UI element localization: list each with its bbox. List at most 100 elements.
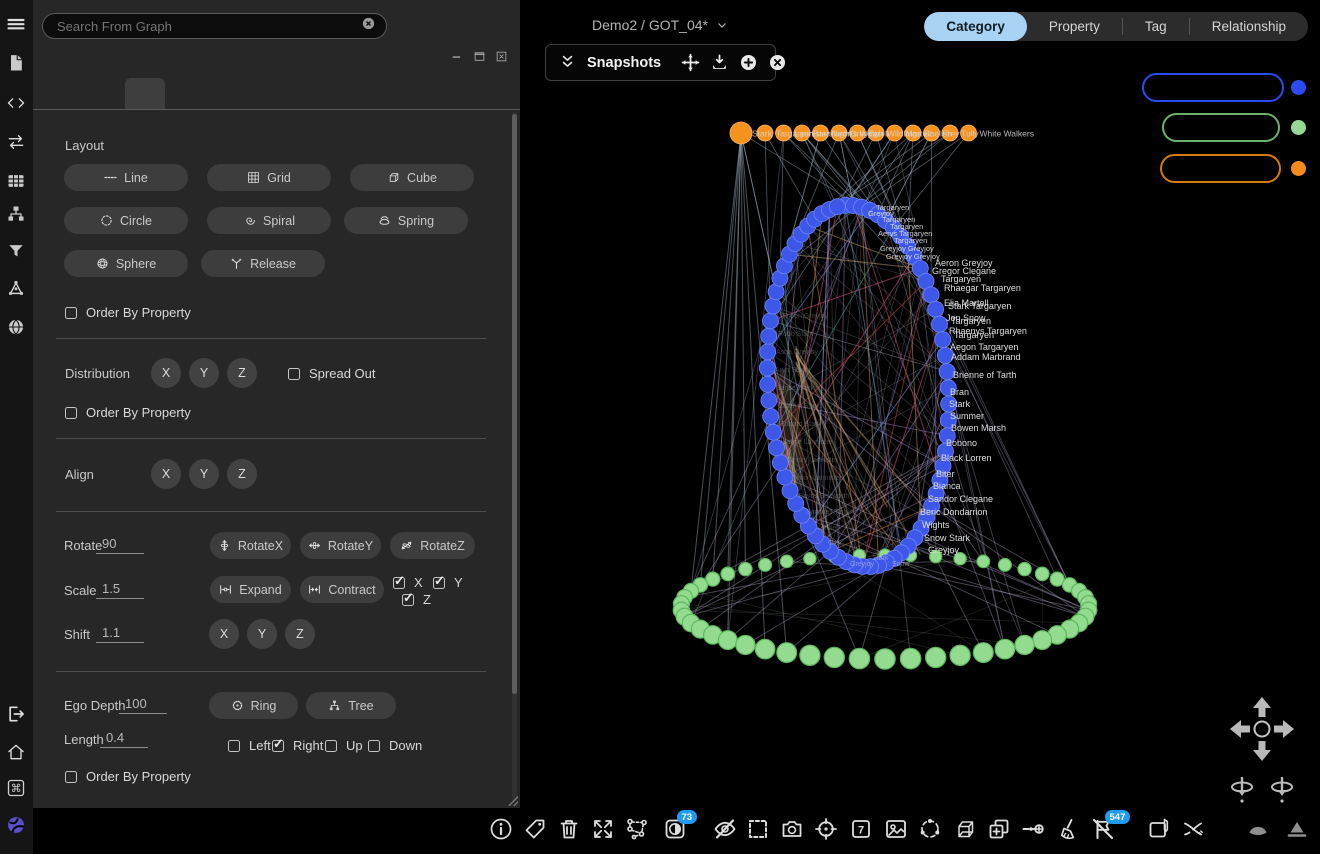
pan-down-arrow[interactable]	[1253, 741, 1271, 761]
checkbox-order-by-property[interactable]: Order By Property	[65, 405, 191, 420]
checkbox-y[interactable]: Y	[433, 575, 463, 590]
globe-icon[interactable]	[5, 316, 27, 338]
broom-icon[interactable]	[1056, 817, 1080, 841]
copy-plus-icon[interactable]	[987, 817, 1011, 841]
value-input[interactable]: 1.1	[96, 625, 144, 643]
spiral-button[interactable]: Spiral	[207, 207, 331, 234]
app-logo[interactable]	[5, 814, 27, 836]
spring-button[interactable]: Spring	[344, 207, 468, 234]
cut-icon[interactable]	[1181, 817, 1205, 841]
info-icon[interactable]	[489, 817, 513, 841]
value-input[interactable]: 100	[119, 696, 167, 714]
value-input[interactable]: 90	[96, 536, 144, 554]
code-icon[interactable]	[5, 92, 27, 114]
checkbox-left[interactable]: Left	[228, 738, 271, 753]
value-input[interactable]: 0.4	[100, 730, 148, 748]
cube3d-icon[interactable]	[952, 817, 976, 841]
split-network-icon[interactable]	[625, 817, 649, 841]
camera-icon[interactable]	[780, 817, 804, 841]
command-icon[interactable]: ⌘	[5, 777, 27, 799]
orbit-icon[interactable]	[918, 817, 942, 841]
table-icon[interactable]	[5, 170, 27, 192]
tablet-pen-icon[interactable]	[1147, 817, 1171, 841]
panel-resize-grip[interactable]	[508, 796, 518, 806]
axis-y-button[interactable]: Y	[247, 619, 277, 649]
grid-button[interactable]: Grid	[207, 164, 331, 191]
axis-z-button[interactable]: Z	[227, 459, 257, 489]
link-plus-icon[interactable]	[1021, 817, 1045, 841]
panel-scrollbar-thumb[interactable]	[512, 114, 517, 694]
eye-off-icon[interactable]	[713, 817, 737, 841]
line-button[interactable]: Line	[64, 164, 188, 191]
svg-text:Black Lorren: Black Lorren	[941, 453, 992, 463]
axis-x-button[interactable]: X	[209, 619, 239, 649]
scale-label: Scale	[64, 583, 97, 598]
menu-icon[interactable]	[5, 14, 27, 36]
tag-icon[interactable]	[523, 817, 547, 841]
sphere-button[interactable]: Sphere	[64, 250, 188, 277]
close-icon[interactable]	[495, 50, 508, 68]
circle-icon	[100, 214, 113, 227]
checkbox-z[interactable]: Z	[402, 592, 431, 607]
ring-button[interactable]: Ring	[209, 692, 298, 719]
trash-icon[interactable]	[557, 817, 581, 841]
expand-button[interactable]: Expand	[210, 576, 291, 603]
checkbox-spread-out[interactable]: Spread Out	[288, 366, 376, 381]
checkbox-up[interactable]: Up	[325, 738, 363, 753]
cone-up-icon[interactable]	[1285, 817, 1309, 841]
axis-z-button[interactable]: Z	[285, 619, 315, 649]
tab-geometric[interactable]	[125, 78, 165, 109]
file-icon[interactable]	[5, 52, 27, 74]
maximize-icon[interactable]	[473, 50, 486, 68]
logout-icon[interactable]	[5, 703, 27, 725]
cube-button[interactable]: Cube	[350, 164, 474, 191]
checkbox-x[interactable]: X	[393, 575, 423, 590]
expand-icon[interactable]	[591, 817, 615, 841]
contract-button[interactable]: Contract	[300, 576, 384, 603]
pan-left-arrow[interactable]	[1230, 720, 1250, 738]
graph-canvas[interactable]: StarkTargaryenLannisterBaratheonNight's …	[520, 0, 1320, 808]
rotatey-button[interactable]: RotateY	[300, 532, 381, 559]
tab-force[interactable]	[45, 78, 85, 109]
minimize-icon[interactable]	[451, 50, 464, 68]
rotatex-button[interactable]: RotateX	[210, 532, 291, 559]
axis-z-button[interactable]: Z	[227, 358, 257, 388]
rotate-x-icon	[218, 539, 231, 552]
filter-icon[interactable]	[5, 240, 27, 262]
rotate-right-icon[interactable]	[1272, 777, 1292, 803]
frame-7-icon[interactable]: 7	[849, 817, 873, 841]
svg-text:Targaryen: Targaryen	[954, 330, 994, 340]
tab-parametric[interactable]	[85, 78, 125, 109]
home-icon[interactable]	[5, 741, 27, 763]
marquee-icon[interactable]	[746, 817, 770, 841]
search-input[interactable]	[57, 19, 361, 34]
value-input[interactable]: 1.5	[96, 581, 144, 599]
swap-icon[interactable]	[5, 131, 27, 153]
release-button[interactable]: Release	[201, 250, 325, 277]
pan-right-arrow[interactable]	[1274, 720, 1294, 738]
axis-x-button[interactable]: X	[151, 459, 181, 489]
graph-triangle-icon[interactable]	[5, 277, 27, 299]
rotate-left-icon[interactable]	[1232, 777, 1252, 803]
flag-off-icon[interactable]: 547	[1091, 817, 1115, 841]
checkbox-order-by-property[interactable]: Order By Property	[65, 769, 191, 784]
checkbox-right[interactable]: Right	[272, 738, 323, 753]
search-clear-icon[interactable]	[361, 16, 376, 36]
checkbox-order-by-property[interactable]: Order By Property	[65, 305, 191, 320]
tree-button[interactable]: Tree	[306, 692, 396, 719]
target-icon[interactable]	[814, 817, 838, 841]
svg-text:Stark Targaryen: Stark Targaryen	[948, 301, 1011, 311]
sitemap-icon[interactable]	[5, 203, 27, 225]
checkbox-down[interactable]: Down	[368, 738, 422, 753]
image-icon[interactable]	[884, 817, 908, 841]
rotatez-button[interactable]: RotateZ	[390, 532, 475, 559]
axis-y-button[interactable]: Y	[189, 358, 219, 388]
circle-button[interactable]: Circle	[64, 207, 188, 234]
tab-tree[interactable]	[165, 78, 205, 109]
axis-x-button[interactable]: X	[151, 358, 181, 388]
pan-up-arrow[interactable]	[1253, 697, 1271, 717]
pan-center-circle[interactable]	[1255, 722, 1270, 737]
axis-y-button[interactable]: Y	[189, 459, 219, 489]
cone-down-icon[interactable]	[1246, 817, 1270, 841]
contrast-icon[interactable]: 73	[663, 817, 687, 841]
